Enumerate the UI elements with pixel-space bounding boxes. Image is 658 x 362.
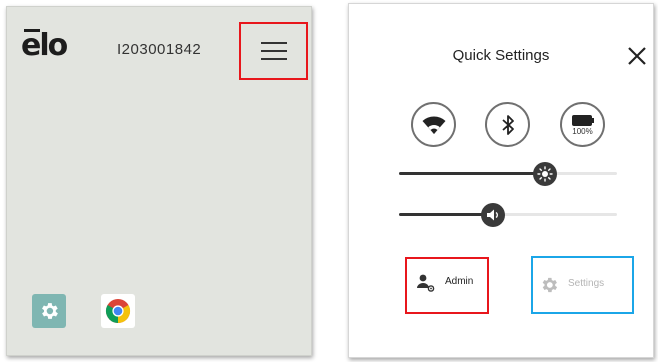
brightness-thumb[interactable] xyxy=(533,162,558,186)
quick-settings-panel: Quick Settings 100% Admin Settings xyxy=(348,3,654,358)
chrome-icon xyxy=(105,299,131,323)
wifi-icon xyxy=(422,116,445,134)
volume-icon xyxy=(486,209,498,221)
battery-percent: 100% xyxy=(572,127,593,136)
volume-thumb[interactable] xyxy=(480,203,505,227)
chrome-app-icon[interactable] xyxy=(101,294,135,328)
brightness-icon xyxy=(537,166,553,182)
gear-icon xyxy=(42,303,58,319)
bluetooth-icon xyxy=(501,114,514,135)
quick-settings-title: Quick Settings xyxy=(452,47,550,64)
admin-label: Admin xyxy=(445,276,474,287)
wifi-toggle[interactable] xyxy=(411,102,456,147)
admin-button[interactable]: Admin xyxy=(405,257,489,314)
bluetooth-toggle[interactable] xyxy=(485,102,530,147)
settings-app-icon[interactable] xyxy=(32,294,66,328)
volume-slider[interactable] xyxy=(399,203,617,227)
elo-logo: elo xyxy=(21,28,68,63)
settings-label: Settings xyxy=(568,278,605,289)
brightness-fill xyxy=(399,172,546,175)
home-screen: elo I203001842 xyxy=(6,6,312,356)
brightness-slider[interactable] xyxy=(399,162,617,186)
gear-icon xyxy=(542,277,558,293)
menu-button[interactable] xyxy=(239,22,308,80)
serial-number: I203001842 xyxy=(117,41,202,58)
settings-button[interactable]: Settings xyxy=(531,256,634,314)
hamburger-menu-icon xyxy=(260,42,287,60)
volume-fill xyxy=(399,213,493,216)
battery-status[interactable]: 100% xyxy=(560,102,605,147)
admin-user-icon xyxy=(417,274,435,292)
close-icon[interactable] xyxy=(626,45,648,67)
